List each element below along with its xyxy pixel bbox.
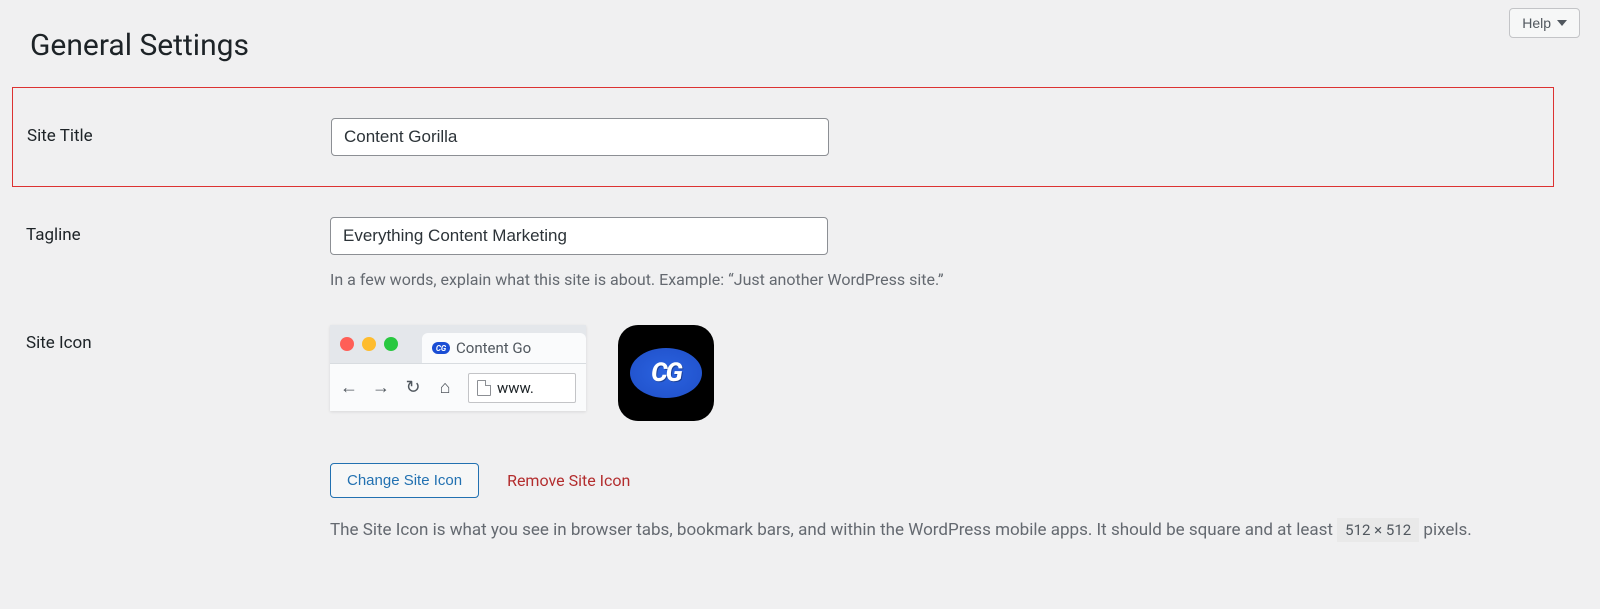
home-icon: ⌂: [436, 377, 454, 398]
address-bar: www.: [468, 373, 576, 403]
close-window-icon: [340, 337, 354, 351]
site-icon-dimensions: 512 × 512: [1337, 518, 1419, 542]
browser-preview: CG Content Go ← → ↻ ⌂ www.: [330, 325, 586, 411]
site-icon-preview-area: CG Content Go ← → ↻ ⌂ www.: [330, 325, 1530, 421]
forward-arrow-icon: →: [372, 377, 390, 398]
minimize-window-icon: [362, 337, 376, 351]
site-title-input[interactable]: [331, 118, 829, 156]
favicon-icon: CG: [432, 342, 450, 354]
page-title: General Settings: [0, 0, 1600, 63]
site-icon-desc-after: pixels.: [1423, 520, 1471, 540]
help-button-label: Help: [1522, 15, 1551, 31]
address-text: www.: [497, 379, 534, 397]
browser-tab-title: Content Go: [456, 339, 531, 357]
site-title-label: Site Title: [13, 118, 331, 146]
site-icon-desc-before: The Site Icon is what you see in browser…: [330, 520, 1333, 540]
site-icon-label: Site Icon: [12, 325, 330, 353]
site-icon-image: CG: [618, 325, 714, 421]
traffic-lights: [340, 337, 398, 351]
site-icon-row: Site Icon CG Content Go: [0, 325, 1600, 545]
remove-site-icon-link[interactable]: Remove Site Icon: [507, 471, 630, 490]
browser-tab: CG Content Go: [422, 333, 586, 363]
page-icon: [477, 380, 491, 396]
help-button[interactable]: Help: [1509, 8, 1580, 38]
maximize-window-icon: [384, 337, 398, 351]
tagline-description: In a few words, explain what this site i…: [330, 269, 1530, 291]
caret-down-icon: [1557, 20, 1567, 26]
change-site-icon-button[interactable]: Change Site Icon: [330, 463, 479, 498]
reload-icon: ↻: [404, 377, 422, 398]
tagline-input[interactable]: [330, 217, 828, 255]
tagline-label: Tagline: [12, 217, 330, 245]
back-arrow-icon: ←: [340, 377, 358, 398]
site-title-row: Site Title: [12, 87, 1554, 187]
site-icon-description: The Site Icon is what you see in browser…: [330, 516, 1530, 545]
tagline-row: Tagline In a few words, explain what thi…: [0, 217, 1600, 291]
